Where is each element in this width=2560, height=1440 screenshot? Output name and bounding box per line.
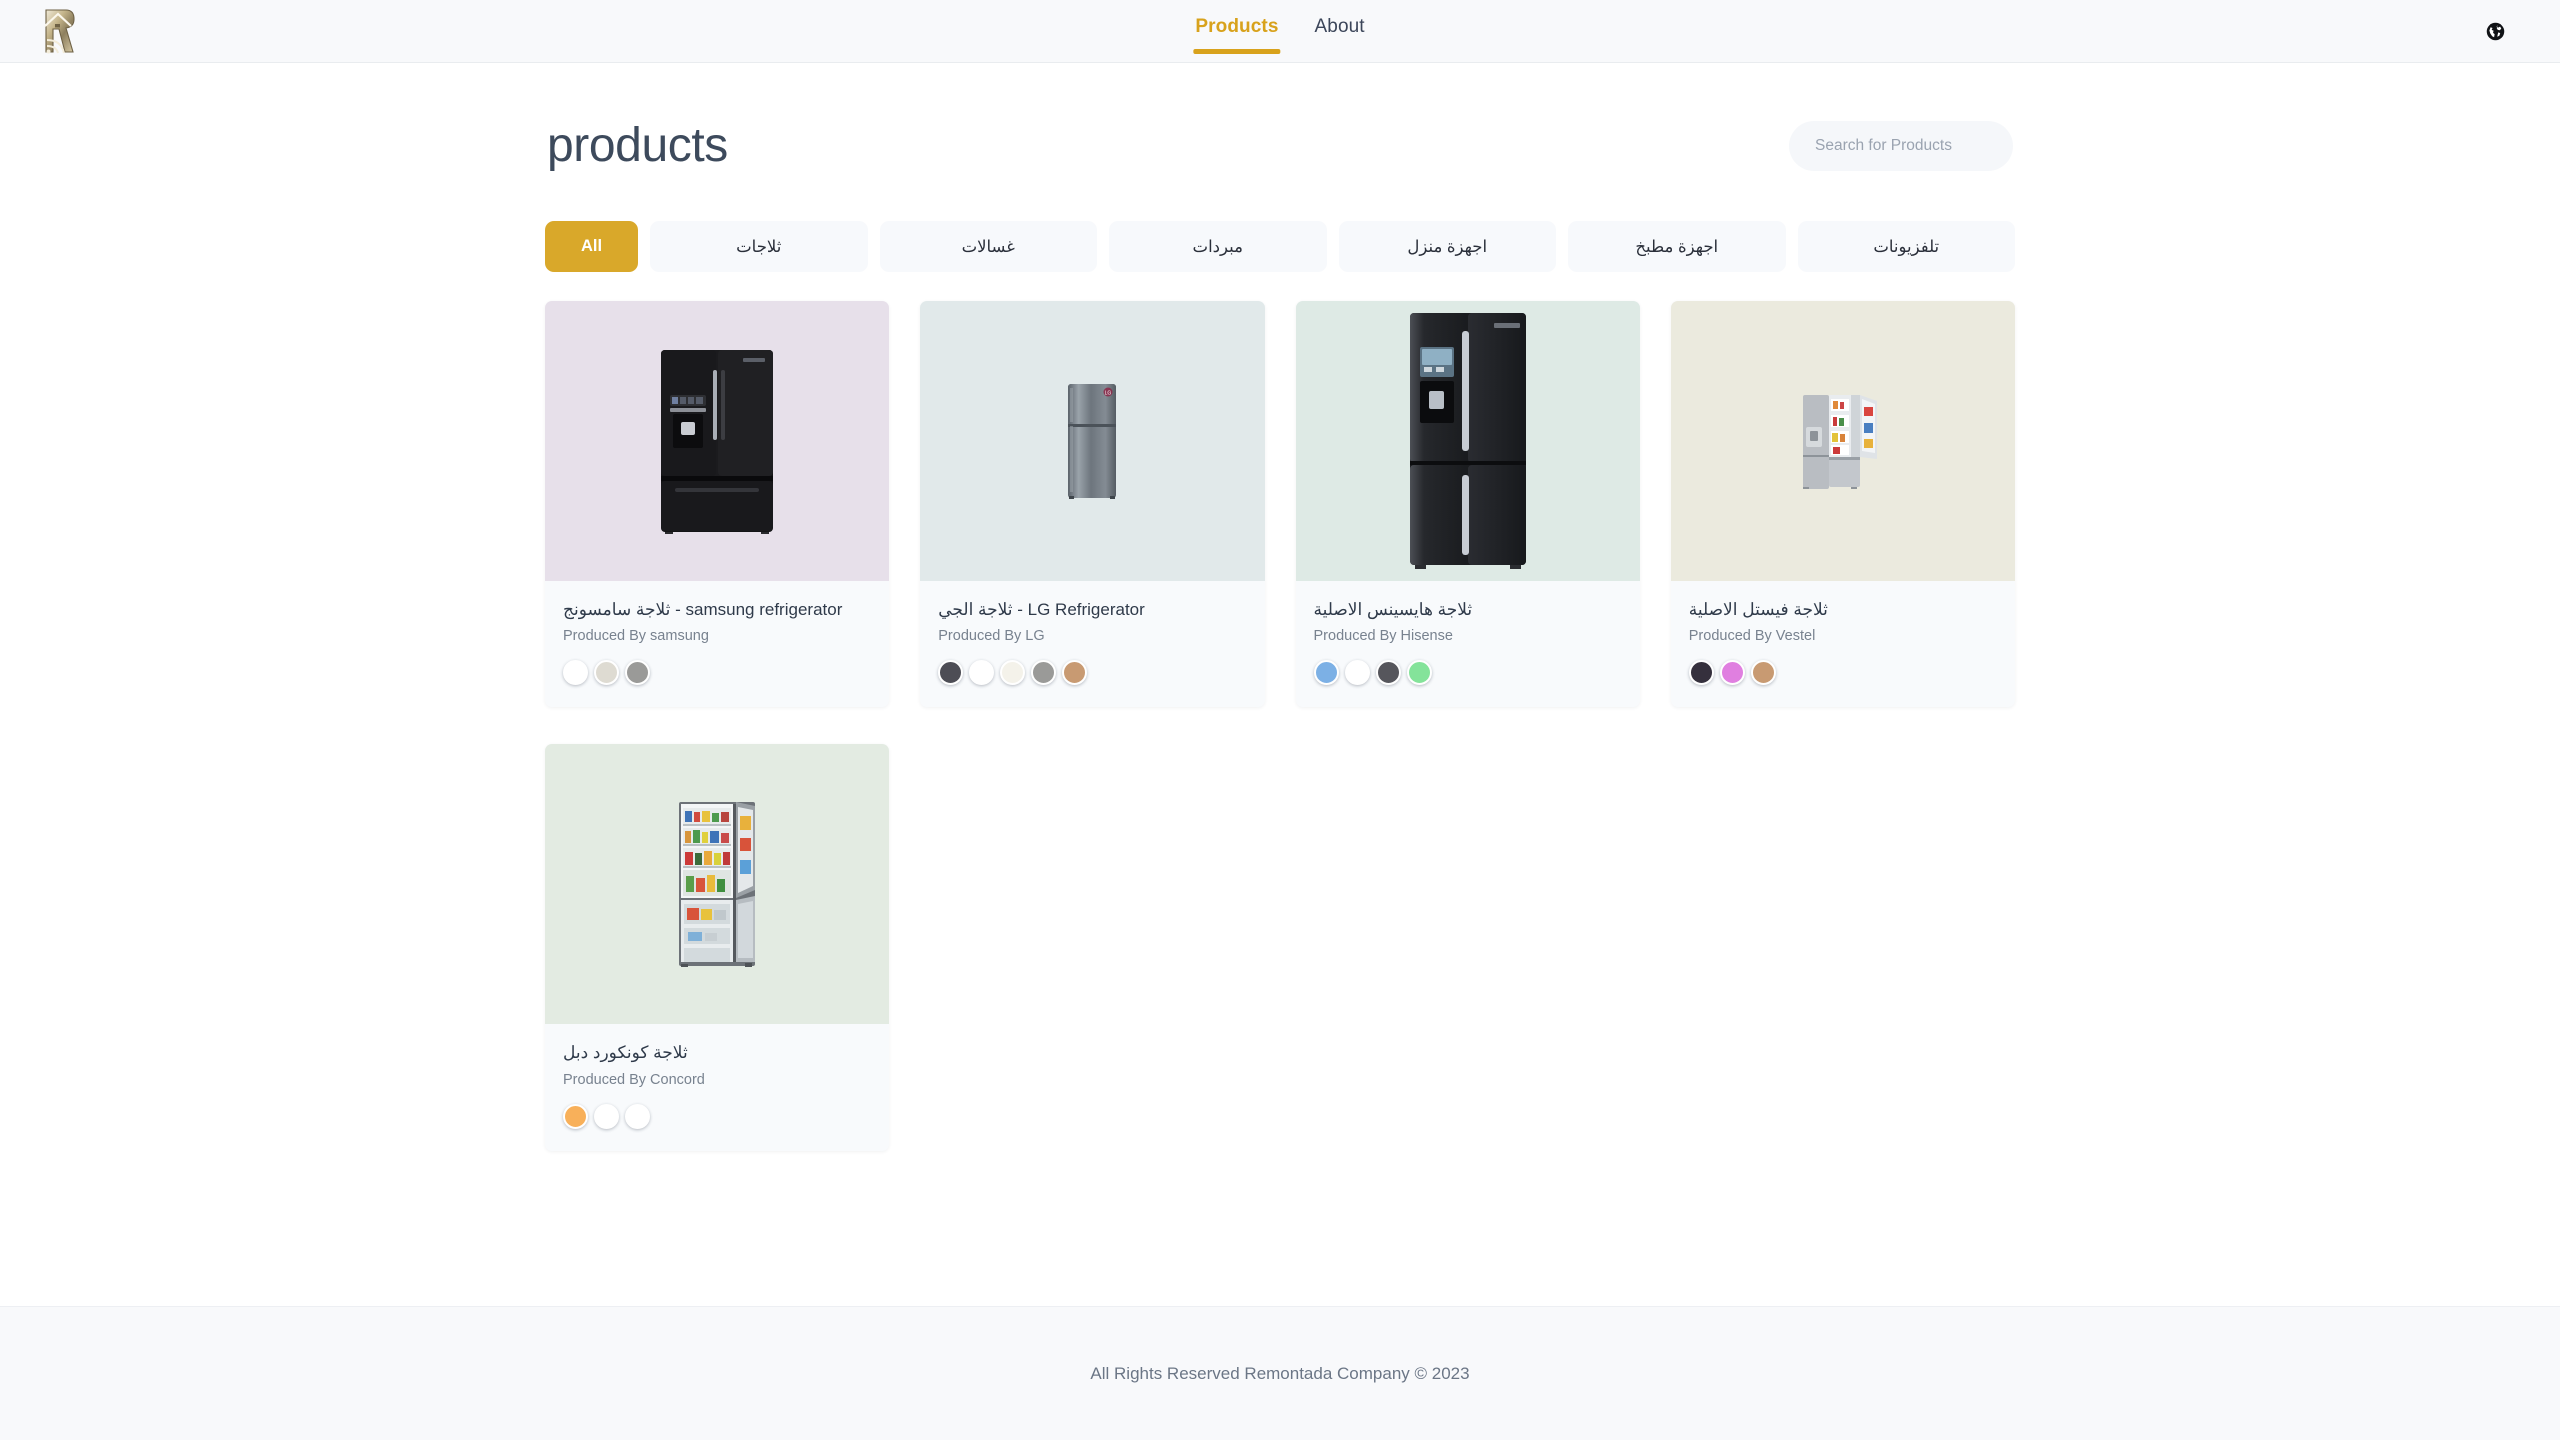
color-swatch[interactable] xyxy=(1000,660,1026,686)
product-title: ثلاجة سامسونج - samsung refrigerator xyxy=(563,600,843,619)
product-title: ثلاجة الجي - LG Refrigerator xyxy=(938,600,1145,619)
product-image xyxy=(1295,301,1640,581)
product-title: ثلاجة كونكورد دبل xyxy=(563,1043,688,1063)
product-card[interactable]: LG ثلاجة الجي - LG Refrigerator Produced… xyxy=(920,301,1265,708)
product-color-swatches xyxy=(1313,660,1622,686)
copyright-text: All Rights Reserved Remontada Company © … xyxy=(1090,1363,1470,1383)
product-color-swatches xyxy=(1688,660,1997,686)
product-manufacturer: Produced By Vestel xyxy=(1688,628,1816,645)
product-image: LG xyxy=(920,301,1265,581)
site-footer: All Rights Reserved Remontada Company © … xyxy=(0,1306,2560,1440)
nav-link-products[interactable]: Products xyxy=(1191,14,1282,54)
product-color-swatches xyxy=(563,1103,871,1129)
color-swatch[interactable] xyxy=(1344,660,1370,686)
site-header: Products About xyxy=(0,0,2560,63)
product-image xyxy=(545,301,890,581)
color-swatch[interactable] xyxy=(594,660,619,686)
category-tab-coolers[interactable]: مبردات xyxy=(1109,221,1327,272)
lg-top-freezer-refrigerator-steel-icon: LG xyxy=(1068,384,1117,499)
product-card[interactable]: ثلاجة فيستل الاصلية Produced By Vestel xyxy=(1670,301,2015,708)
product-card[interactable]: ثلاجة هايسينس الاصلية Produced By Hisens… xyxy=(1295,301,1640,708)
color-swatch[interactable] xyxy=(625,660,650,686)
product-title: ثلاجة فيستل الاصلية xyxy=(1688,600,1828,619)
search-input[interactable] xyxy=(1789,121,2013,171)
product-color-swatches xyxy=(938,660,1246,686)
color-swatch[interactable] xyxy=(563,1103,588,1129)
product-info: ثلاجة سامسونج - samsung refrigerator Pro… xyxy=(545,581,889,707)
color-swatch[interactable] xyxy=(1062,660,1088,686)
category-tab-all[interactable]: All xyxy=(545,221,638,272)
color-swatch[interactable] xyxy=(1375,660,1401,686)
product-info: ثلاجة الجي - LG Refrigerator Produced By… xyxy=(920,581,1264,707)
color-swatch[interactable] xyxy=(1406,660,1432,686)
language-switcher-button[interactable] xyxy=(2478,14,2512,48)
product-image xyxy=(545,744,890,1025)
product-color-swatches xyxy=(563,660,871,686)
product-info: ثلاجة فيستل الاصلية Produced By Vestel xyxy=(1671,581,2015,707)
page-title: products xyxy=(547,119,728,172)
category-tab-televisions[interactable]: تلفزيونات xyxy=(1797,221,2015,272)
product-card[interactable]: ثلاجة كونكورد دبل Produced By Concord xyxy=(545,744,890,1151)
category-tab-fridges[interactable]: ثلاجات xyxy=(650,221,868,272)
color-swatch[interactable] xyxy=(594,1103,619,1129)
hisense-four-door-refrigerator-black-icon xyxy=(1409,313,1526,569)
vestel-open-door-refrigerator-steel-icon xyxy=(1802,395,1877,489)
product-title: ثلاجة هايسينس الاصلية xyxy=(1313,600,1473,619)
color-swatch[interactable] xyxy=(969,660,995,686)
samsung-french-door-refrigerator-black-icon xyxy=(661,350,774,534)
logo-icon xyxy=(44,9,75,54)
product-manufacturer: Produced By Hisense xyxy=(1313,628,1453,645)
color-swatch[interactable] xyxy=(1313,660,1339,686)
color-swatch[interactable] xyxy=(1688,660,1714,686)
globe-icon xyxy=(2486,22,2504,40)
product-manufacturer: Produced By samsung xyxy=(563,628,709,645)
page-header-row: products xyxy=(545,121,2015,171)
remontada-logo[interactable] xyxy=(36,5,84,57)
product-info: ثلاجة كونكورد دبل Produced By Concord xyxy=(545,1024,889,1150)
product-info: ثلاجة هايسينس الاصلية Produced By Hisens… xyxy=(1296,581,1640,707)
category-tab-home-appliances[interactable]: اجهزة منزل xyxy=(1338,221,1556,272)
color-swatch[interactable] xyxy=(1719,660,1745,686)
concord-double-door-refrigerator-open-icon xyxy=(679,802,756,968)
nav-link-about[interactable]: About xyxy=(1311,14,1369,48)
product-grid: ثلاجة سامسونج - samsung refrigerator Pro… xyxy=(545,301,2015,1151)
svg-text:LG: LG xyxy=(1105,391,1112,397)
product-image xyxy=(1670,301,2015,581)
category-tab-washers[interactable]: غسالات xyxy=(879,221,1097,272)
color-swatch[interactable] xyxy=(625,1103,650,1129)
product-manufacturer: Produced By Concord xyxy=(563,1071,705,1088)
color-swatch[interactable] xyxy=(563,660,588,686)
color-swatch[interactable] xyxy=(1031,660,1057,686)
main-nav: Products About xyxy=(1191,0,1368,62)
color-swatch[interactable] xyxy=(938,660,964,686)
color-swatch[interactable] xyxy=(1750,660,1776,686)
category-tab-kitchen-appliances[interactable]: اجهزة مطبخ xyxy=(1568,221,1786,272)
page-content: products All ثلاجات غسالات مبردات اجهزة … xyxy=(545,63,2015,1151)
product-manufacturer: Produced By LG xyxy=(938,628,1045,645)
product-card[interactable]: ثلاجة سامسونج - samsung refrigerator Pro… xyxy=(545,301,890,708)
category-filter-bar: All ثلاجات غسالات مبردات اجهزة منزل اجهز… xyxy=(545,221,2015,272)
